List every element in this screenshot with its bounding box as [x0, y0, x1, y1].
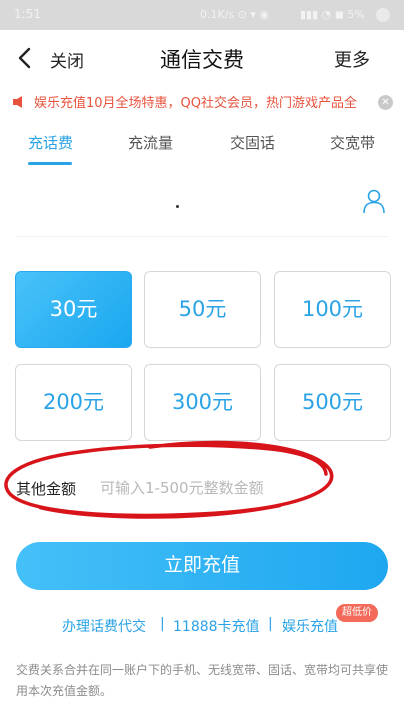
amount-option-500[interactable]: 500元 [274, 364, 391, 441]
service-tabs: 充话费 充流量 交固话 交宽带 [0, 122, 404, 166]
status-bar: 1:51 0.1K/s ⊙ ▾ ◉ ▮▮▮ ◔ ◼ 5% [0, 0, 404, 30]
amount-option-30[interactable]: 30元 [15, 271, 132, 348]
status-network: 0.1K/s ⊙ ▾ ◉ [200, 8, 269, 21]
notice-banner[interactable]: 娱乐充值10月全场特惠，QQ社交会员，热门游戏产品全 ✕ [0, 88, 404, 116]
low-price-badge: 超低价 [336, 604, 378, 622]
other-amount-label: 其他金额 [16, 480, 77, 498]
status-time: 1:51 [14, 7, 41, 21]
card-recharge-link[interactable]: 11888卡充值 [173, 616, 260, 636]
amount-option-200[interactable]: 200元 [15, 364, 132, 441]
more-button[interactable]: 更多 [334, 46, 370, 72]
entertainment-recharge-link[interactable]: 娱乐充值 [282, 616, 338, 636]
active-tab-indicator [28, 162, 72, 165]
link-separator: | [268, 616, 273, 632]
tab-broadband[interactable]: 交宽带 [330, 132, 375, 153]
close-icon[interactable]: ✕ [378, 95, 393, 110]
divider [16, 236, 388, 237]
link-separator: | [160, 616, 165, 632]
footer-note: 交费关系合并在同一账户下的手机、无线宽带、固话、宽带均可共享使用本次充值金额。 [16, 663, 389, 698]
speaker-icon [12, 94, 26, 108]
notice-text: 娱乐充值10月全场特惠，QQ社交会员，热门游戏产品全 [34, 96, 358, 111]
status-app-icon [376, 8, 390, 22]
other-amount-input[interactable] [100, 474, 380, 502]
phone-number-field[interactable] [0, 170, 404, 240]
contact-icon[interactable] [362, 188, 386, 214]
amount-option-100[interactable]: 100元 [274, 271, 391, 348]
nav-bar: 关闭 通信交费 更多 [0, 30, 404, 86]
other-amount-row: 其他金额 [0, 468, 404, 508]
amount-option-300[interactable]: 300元 [144, 364, 261, 441]
amount-option-50[interactable]: 50元 [144, 271, 261, 348]
tab-landline[interactable]: 交固话 [230, 132, 275, 153]
recharge-now-button[interactable]: 立即充值 [16, 542, 388, 590]
status-battery: ▮▮▮ ◔ ◼ 5% [300, 8, 365, 21]
agent-payment-link[interactable]: 办理话费代交 [62, 616, 146, 636]
phone-number-text [176, 205, 179, 208]
tab-phone-bill[interactable]: 充话费 [28, 132, 73, 153]
tab-data[interactable]: 充流量 [128, 132, 173, 153]
